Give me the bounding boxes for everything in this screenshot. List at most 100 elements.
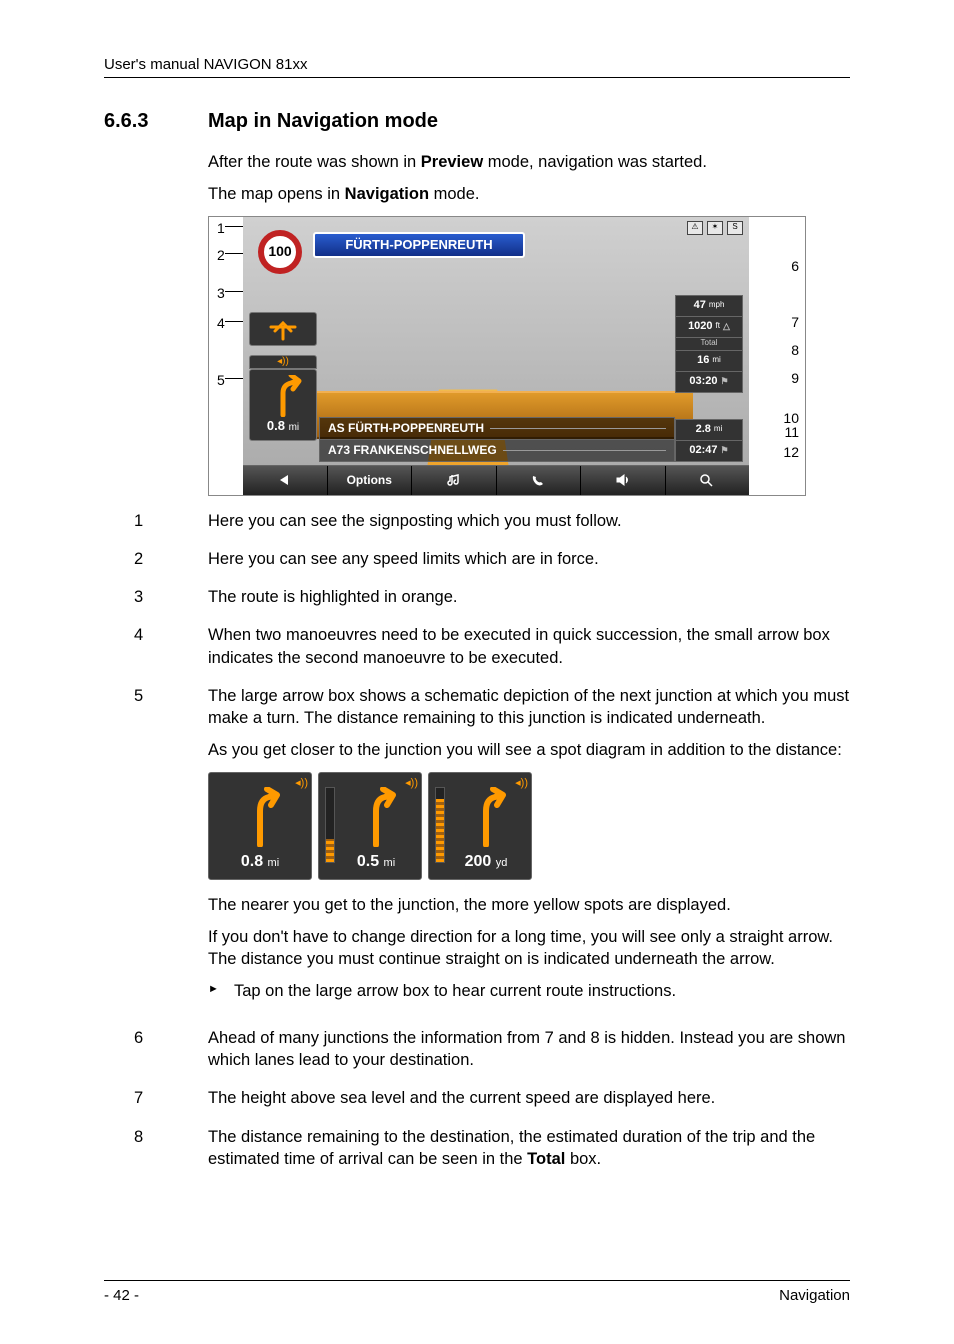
list-3-text: The route is highlighted in orange.	[208, 586, 850, 608]
list-5-p2: As you get closer to the junction you wi…	[208, 739, 850, 761]
top-status-icons: ⚠ ✶ S	[687, 221, 743, 235]
speed-box: 47mph	[675, 295, 743, 317]
music-button[interactable]	[412, 466, 497, 495]
list-1-num: 1	[104, 510, 208, 532]
total-distance-box: 16mi	[675, 350, 743, 372]
dest-dist-value: 2.8	[696, 422, 711, 437]
intro-1-pre: After the route was shown in	[208, 153, 421, 171]
street2-label: A73 FRANKENSCHNELLWEG	[328, 442, 497, 458]
callout-8: 8	[791, 341, 799, 360]
next-street-2: A73 FRANKENSCHNELLWEG	[319, 439, 675, 462]
intro-line-2: The map opens in Navigation mode.	[208, 183, 850, 205]
section-title: Map in Navigation mode	[208, 110, 438, 133]
ex1-value: 0.8	[241, 853, 263, 870]
speed-value: 47	[694, 298, 706, 313]
list-8-num: 8	[104, 1126, 208, 1171]
ex2-value: 0.5	[357, 853, 379, 870]
list-8-pre: The distance remaining to the destinatio…	[208, 1128, 815, 1168]
sound-icon: ◂))	[515, 776, 528, 791]
speed-unit: mph	[709, 300, 725, 311]
total-time-value: 03:20	[689, 374, 717, 389]
footer-rule	[104, 1280, 850, 1281]
ex1-unit: mi	[268, 857, 280, 869]
callouts-right: 6 7 8 9 10 11 12	[749, 217, 805, 495]
volume-button[interactable]	[581, 466, 666, 495]
altitude-box: 1020ft△	[675, 316, 743, 338]
example-tile-1: ◂)) 0.8 mi	[208, 772, 312, 880]
progress-bar-2	[325, 787, 335, 863]
list-4-text: When two manoeuvres need to be executed …	[208, 624, 850, 669]
intro-2-pre: The map opens in	[208, 185, 345, 203]
distance-examples: ◂)) 0.8 mi ◂)) 0.5 mi ◂))	[208, 772, 850, 880]
street1-label: AS FÜRTH-POPPENREUTH	[328, 420, 484, 436]
footer-section: Navigation	[779, 1287, 850, 1304]
list-1-text: Here you can see the signposting which y…	[208, 510, 850, 532]
callout-1: 1	[217, 219, 225, 238]
section-number: 6.6.3	[104, 110, 208, 133]
turn-distance-unit: mi	[289, 422, 300, 433]
list-5-num: 5	[104, 685, 208, 1011]
header-text: User's manual NAVIGON 81xx	[104, 56, 850, 73]
phone-button[interactable]	[497, 466, 582, 495]
search-button[interactable]	[666, 466, 750, 495]
list-2-num: 2	[104, 548, 208, 570]
dest-distance-box: 2.8mi	[675, 419, 743, 441]
example-tile-2: ◂)) 0.5 mi	[318, 772, 422, 880]
back-button[interactable]	[243, 466, 328, 495]
callout-6: 6	[791, 257, 799, 276]
signpost: FÜRTH-POPPENREUTH	[313, 232, 525, 258]
speed-limit-sign: 100	[258, 230, 302, 274]
turn-distance: 0.8 mi	[267, 417, 299, 435]
sound-icon: ◂))	[295, 776, 308, 791]
dest-dist-unit: mi	[714, 424, 722, 435]
list-2-text: Here you can see any speed limits which …	[208, 548, 850, 570]
sound-icon: ◂))	[405, 776, 418, 791]
intro-2-bold: Navigation	[345, 185, 429, 203]
options-button[interactable]: Options	[328, 466, 413, 495]
warning-icon: ⚠	[687, 221, 703, 235]
nav-screenshot: FÜRTH-POPPENREUTH 100 ⚠ ✶ S ◂)) 0.8 mi 4…	[208, 216, 806, 496]
intro-1-bold: Preview	[421, 153, 483, 171]
list-6-text: Ahead of many junctions the information …	[208, 1027, 850, 1072]
bottom-toolbar: Options	[243, 465, 749, 495]
gps-icon: ✶	[707, 221, 723, 235]
list-5-p1: The large arrow box shows a schematic de…	[208, 685, 850, 730]
callout-5: 5	[217, 371, 225, 390]
page-number: - 42 -	[104, 1287, 139, 1304]
intro-1-post: mode, navigation was started.	[483, 153, 707, 171]
callout-11: 11	[784, 423, 799, 442]
callout-2: 2	[217, 246, 225, 265]
list-7-num: 7	[104, 1087, 208, 1109]
flag-icon-2: ⚑	[721, 444, 729, 456]
list-5-p3: The nearer you get to the junction, the …	[208, 894, 850, 916]
large-arrow-box[interactable]: 0.8 mi	[249, 369, 317, 441]
dest-time-value: 02:47	[689, 443, 717, 458]
next-street-1: AS FÜRTH-POPPENREUTH	[319, 417, 675, 440]
list-5-bullet: Tap on the large arrow box to hear curre…	[234, 980, 850, 1002]
list-8-post: box.	[565, 1150, 601, 1168]
altitude-value: 1020	[688, 319, 712, 334]
list-4-num: 4	[104, 624, 208, 669]
intro-2-post: mode.	[429, 185, 479, 203]
callout-12: 12	[783, 443, 799, 462]
ex3-value: 200	[465, 853, 492, 870]
list-6-num: 6	[104, 1027, 208, 1072]
s-icon: S	[727, 221, 743, 235]
list-7-text: The height above sea level and the curre…	[208, 1087, 850, 1109]
voice-icon: ◂))	[249, 355, 317, 369]
total-label: Total	[675, 337, 743, 351]
list-8-text: The distance remaining to the destinatio…	[208, 1126, 850, 1171]
info-stack: 47mph 1020ft△ Total 16mi 03:20⚑	[675, 295, 743, 392]
total-dist-value: 16	[697, 353, 709, 368]
list-8-bold: Total	[527, 1150, 565, 1168]
callout-9: 9	[791, 369, 799, 388]
progress-bar-3	[435, 787, 445, 863]
second-manoeuvre-box[interactable]	[249, 312, 317, 346]
turn-distance-value: 0.8	[267, 418, 285, 433]
callouts-left: 1 2 3 4 5	[209, 217, 243, 495]
list-5-p4: If you don't have to change direction fo…	[208, 926, 850, 971]
header-rule	[104, 77, 850, 78]
total-time-box: 03:20⚑	[675, 371, 743, 393]
altitude-icon: △	[723, 320, 730, 332]
intro-line-1: After the route was shown in Preview mod…	[208, 151, 850, 173]
